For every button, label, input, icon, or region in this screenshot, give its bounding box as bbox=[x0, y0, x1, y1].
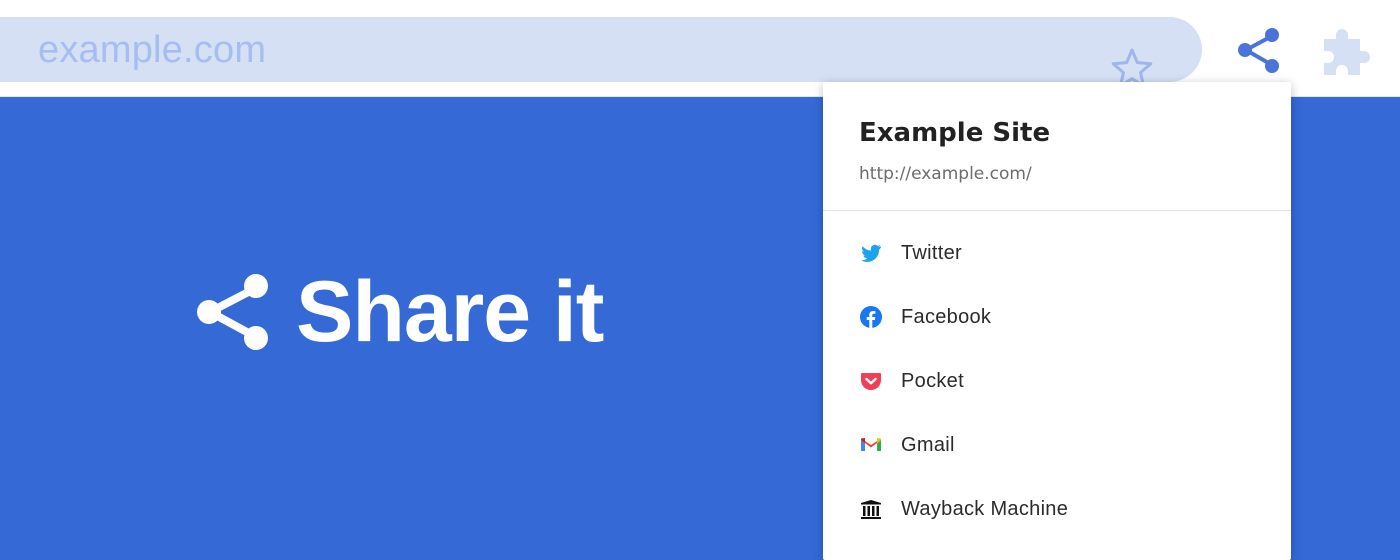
share-twitter[interactable]: Twitter bbox=[823, 225, 1291, 281]
share-wayback-machine[interactable]: Wayback Machine bbox=[823, 481, 1291, 537]
address-bar-text[interactable]: example.com bbox=[38, 29, 266, 72]
share-icon bbox=[197, 274, 268, 350]
site-title: Example Site bbox=[859, 118, 1051, 148]
address-bar[interactable]: example.com bbox=[0, 17, 1202, 88]
hero-title: Share it bbox=[296, 263, 604, 360]
share-twitter-label: Twitter bbox=[901, 241, 962, 264]
hero: Share it bbox=[196, 264, 604, 360]
share-gmail-label: Gmail bbox=[901, 433, 955, 456]
share-pocket[interactable]: Pocket bbox=[823, 353, 1291, 409]
share-pocket-label: Pocket bbox=[901, 369, 964, 392]
popup-header: Example Site http://example.com/ bbox=[823, 82, 1291, 211]
pocket-icon bbox=[861, 373, 881, 390]
facebook-icon bbox=[860, 306, 882, 328]
share-facebook-label: Facebook bbox=[901, 305, 992, 328]
share-gmail[interactable]: Gmail bbox=[823, 417, 1291, 473]
site-url: http://example.com/ bbox=[859, 164, 1032, 184]
gmail-icon bbox=[861, 438, 881, 451]
share-popup: Example Site http://example.com/ Twitter… bbox=[823, 82, 1291, 560]
archive-icon bbox=[861, 500, 881, 519]
puzzle-icon[interactable] bbox=[1318, 23, 1374, 79]
share-wayback-machine-label: Wayback Machine bbox=[901, 497, 1069, 520]
share-facebook[interactable]: Facebook bbox=[823, 289, 1291, 345]
share-icon[interactable] bbox=[1232, 23, 1288, 79]
twitter-icon bbox=[861, 244, 881, 262]
